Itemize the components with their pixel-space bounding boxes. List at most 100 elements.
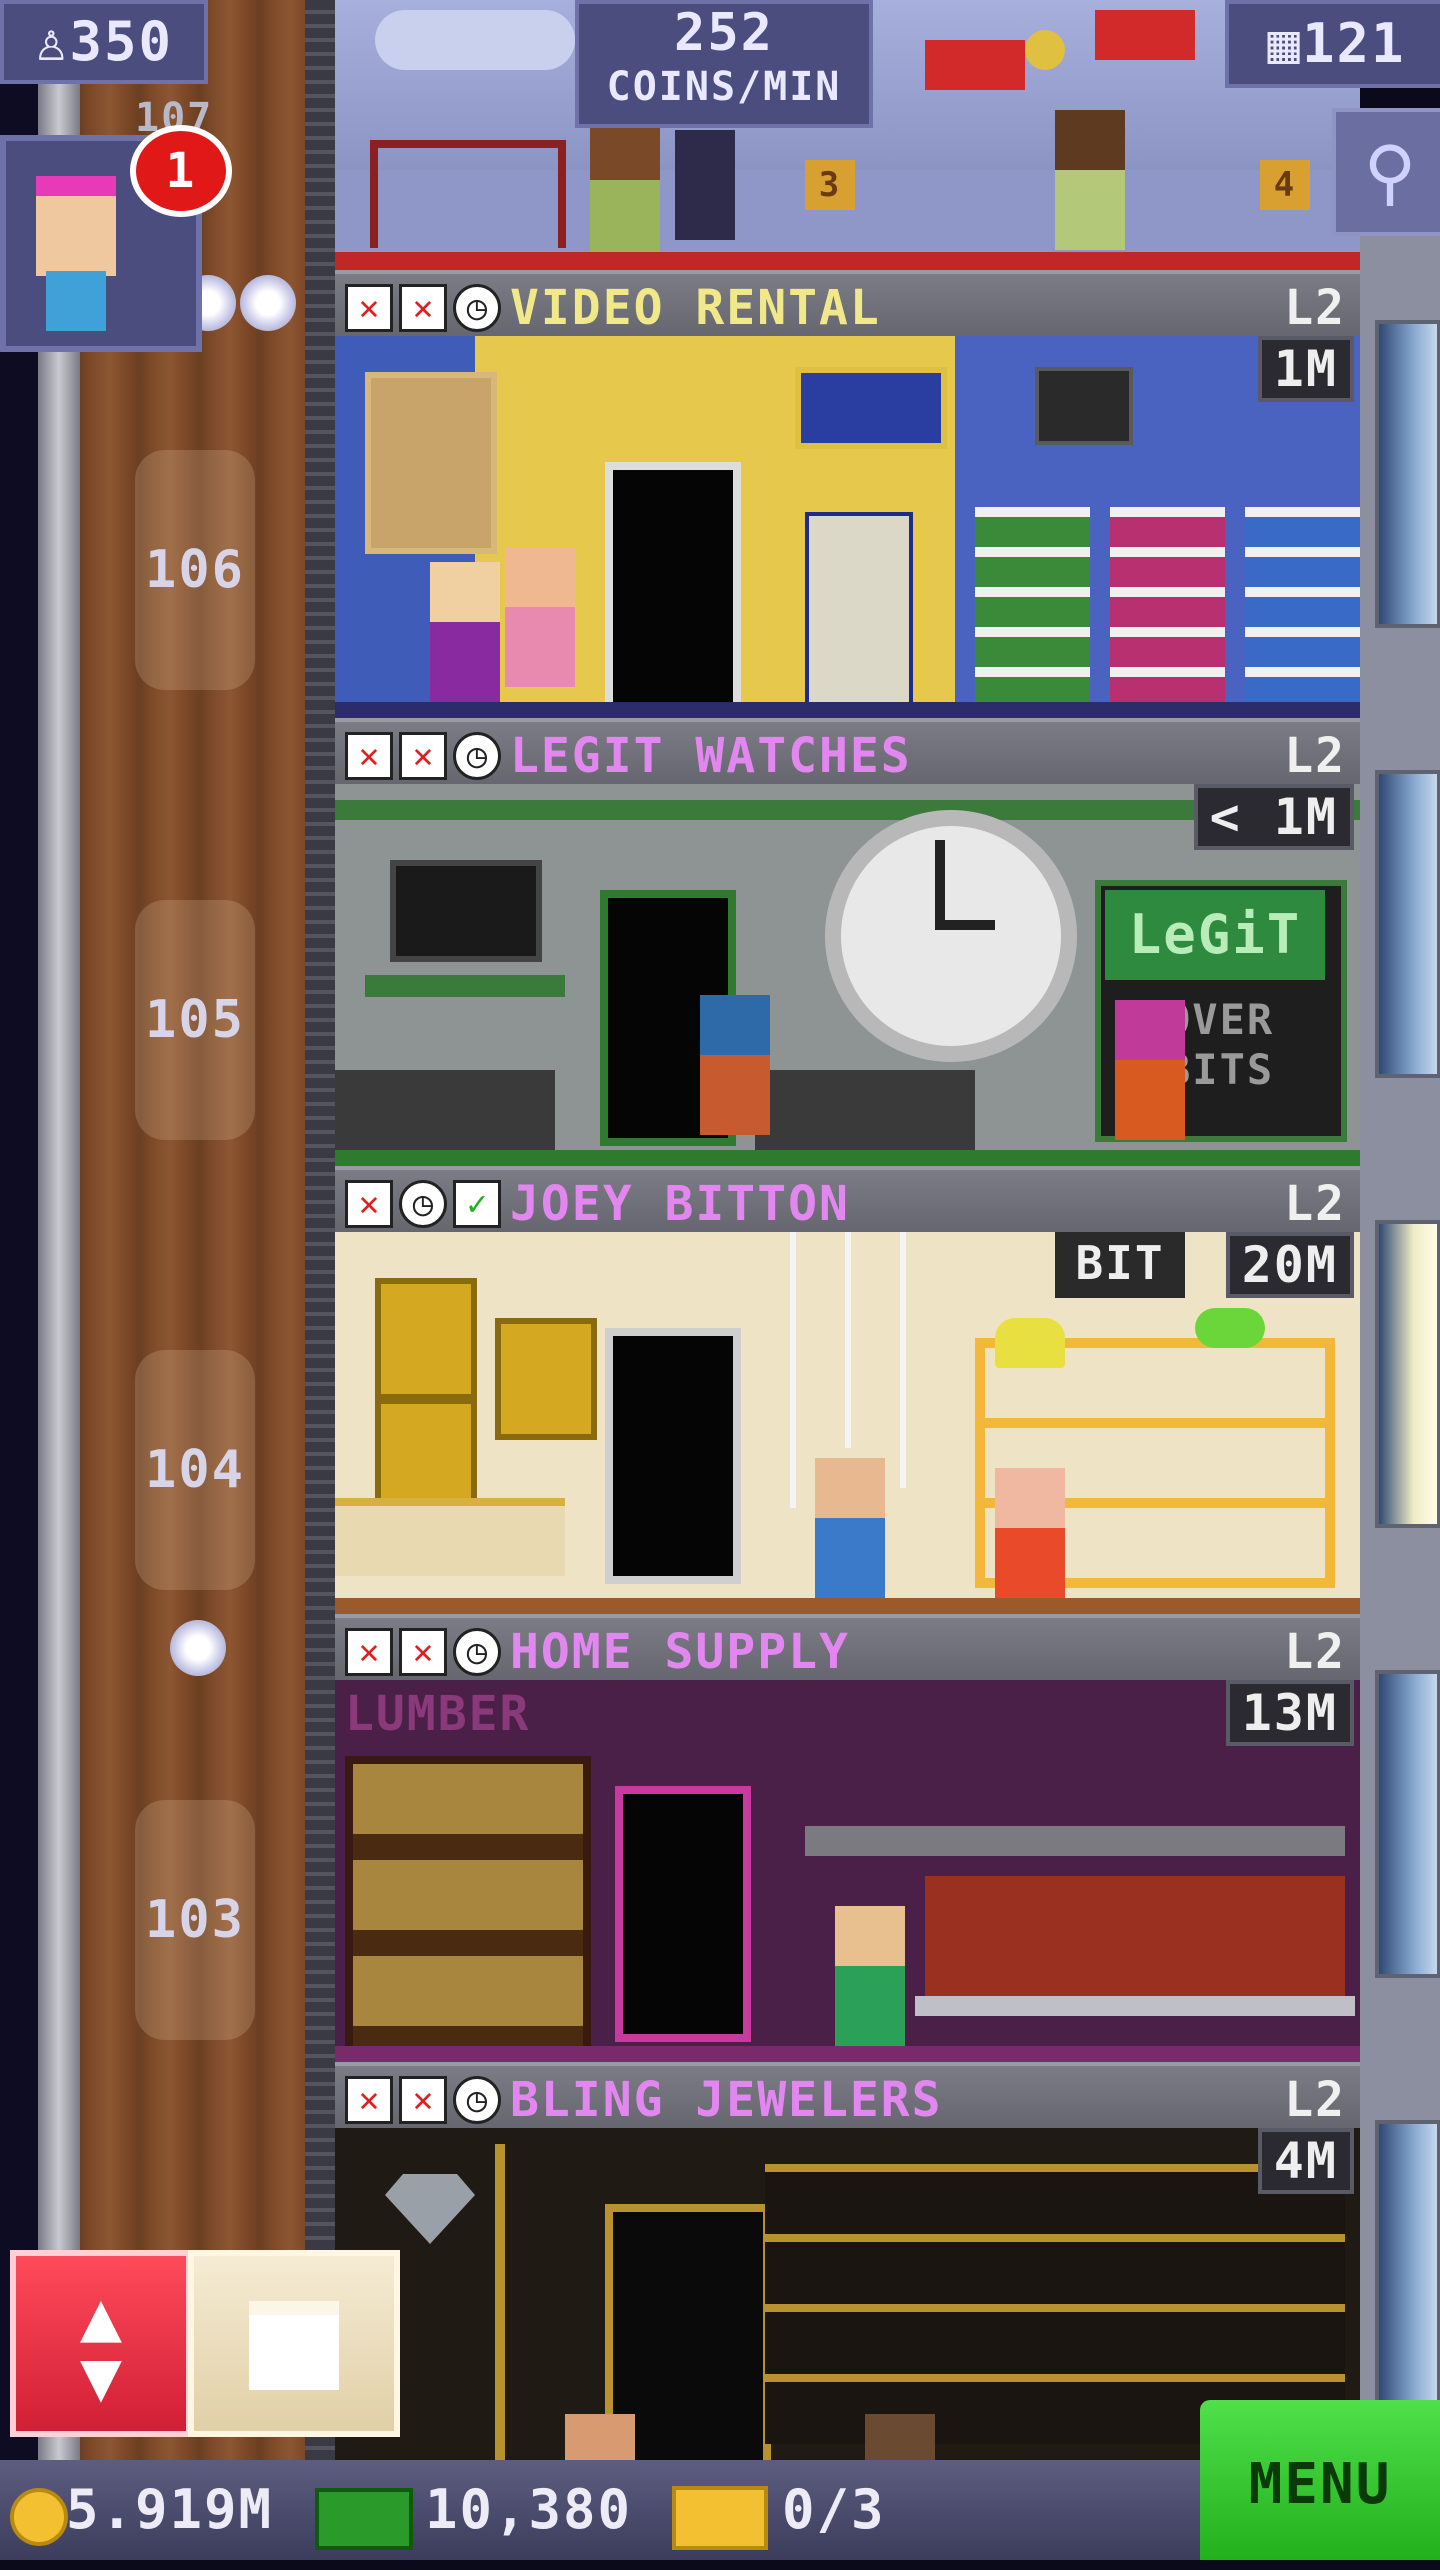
- floor-header[interactable]: ✕ ✕ ◷ LEGIT WATCHES L2: [335, 718, 1360, 784]
- bitizen[interactable]: [815, 1458, 885, 1598]
- bitizen[interactable]: [505, 547, 575, 687]
- floor-status-icons: ✕ ✕ ◷: [345, 2076, 501, 2124]
- bitizen-head: [865, 2414, 935, 2460]
- population-display[interactable]: ♙350: [0, 0, 208, 84]
- tower-window: [1375, 770, 1440, 1078]
- notification-badge[interactable]: 1: [130, 125, 232, 217]
- floor-interior: LUMBER: [335, 1676, 1360, 2062]
- magnifier-icon: ⚲: [1363, 130, 1417, 214]
- menu-button[interactable]: MENU: [1200, 2400, 1440, 2560]
- wall-tv: [390, 860, 542, 962]
- floor-status-icons: ✕ ◷ ✓: [345, 1180, 501, 1228]
- bitizen[interactable]: [565, 2414, 635, 2460]
- person-icon: ♙: [34, 10, 70, 73]
- bitizen[interactable]: [590, 120, 660, 260]
- floor-sign-3: 3: [805, 160, 855, 210]
- bitizen[interactable]: [700, 995, 770, 1135]
- coins-rate-value: 252: [674, 3, 774, 63]
- video-sign: [795, 367, 947, 449]
- box-icon: [249, 2301, 339, 2390]
- elevator-shaft-wood[interactable]: [80, 0, 305, 2460]
- bitizen-body: [1055, 170, 1125, 250]
- floor-header[interactable]: ✕ ✕ ◷ HOME SUPPLY L2: [335, 1614, 1360, 1680]
- tower-window: [1375, 2120, 1440, 2428]
- hanging-wire: [790, 1228, 796, 1508]
- tool-shelf: [805, 1826, 1345, 1856]
- coins-value: 5.919M: [66, 2478, 274, 2541]
- floor-number-103: 103: [135, 1800, 255, 2040]
- clock-hand: [935, 920, 995, 930]
- stock-empty-icon: ✕: [399, 732, 447, 780]
- floor-level: L2: [1284, 728, 1346, 784]
- movie-poster: [365, 372, 497, 554]
- bitizen-head: [995, 1468, 1065, 1528]
- tickets-value: 0/3: [782, 2478, 886, 2541]
- floor-upgrade-cost[interactable]: < 1M: [1193, 784, 1354, 850]
- arcade-machine: [805, 512, 913, 718]
- clock-icon: ◷: [453, 2076, 501, 2124]
- bitizen-body: [700, 1055, 770, 1135]
- door: [605, 462, 741, 718]
- bitizen-body: [590, 180, 660, 260]
- stock-full-icon: ✓: [453, 1180, 501, 1228]
- floor-home-supply[interactable]: LUMBER ✕ ✕ ◷ HOME SUPPLY L2 13M: [335, 1614, 1360, 2062]
- bitizen[interactable]: [1115, 1000, 1185, 1140]
- floor-joey-bitton[interactable]: BIT ✕ ◷ ✓ JOEY BITTON L2 20M: [335, 1166, 1360, 1614]
- floor-upgrade-cost[interactable]: 13M: [1225, 1680, 1354, 1746]
- stock-empty-icon: ✕: [345, 1628, 393, 1676]
- elevator-toggle-button[interactable]: ▲ ▼: [10, 2250, 192, 2437]
- bitizen-head: [835, 1906, 905, 1966]
- floor-carpet: [335, 702, 1360, 718]
- display-counter: [335, 1070, 555, 1160]
- floor-carpet: [335, 252, 1360, 270]
- video-shelf: [1245, 507, 1360, 707]
- legit-sign: LeGiT: [1105, 890, 1325, 980]
- wall-picture: [1035, 367, 1133, 445]
- floors-display[interactable]: ▦121: [1225, 0, 1440, 88]
- coins-rate-display: 252 COINS/MIN: [575, 0, 873, 128]
- cloud-decoration: [375, 10, 575, 70]
- clock-icon: ◷: [453, 1628, 501, 1676]
- bitizen[interactable]: [430, 562, 500, 702]
- handbag-frame: [375, 1278, 477, 1400]
- bitizen-head: [430, 562, 500, 622]
- stock-empty-icon: ✕: [345, 2076, 393, 2124]
- rack: [370, 140, 566, 248]
- door: [605, 1328, 741, 1584]
- floor-name: JOEY BITTON: [510, 1176, 850, 1232]
- bitizen[interactable]: [995, 1468, 1065, 1608]
- display-shelf: [365, 975, 565, 997]
- handbag-frame: [495, 1318, 597, 1440]
- bitizen[interactable]: [835, 1906, 905, 2046]
- floor-header[interactable]: ✕ ✕ ◷ VIDEO RENTAL L2: [335, 270, 1360, 336]
- bitizen[interactable]: [1055, 110, 1125, 250]
- floor-video-rental[interactable]: ✕ ✕ ◷ VIDEO RENTAL L2 1M: [335, 270, 1360, 718]
- floor-name: BLING JEWELERS: [510, 2072, 943, 2128]
- floor-name: HOME SUPPLY: [510, 1624, 850, 1680]
- windmill-sign: [1095, 10, 1195, 60]
- elevator-rail-left: [38, 0, 80, 2460]
- giant-clock: [825, 810, 1077, 1062]
- floor-legit-watches[interactable]: LeGiT OVER BITS ✕ ✕ ◷ LEGIT WATCHES L2 <…: [335, 718, 1360, 1166]
- floor-upgrade-cost[interactable]: 1M: [1257, 336, 1354, 402]
- bitizen-body: [1115, 1060, 1185, 1140]
- floor-upgrade-cost[interactable]: 20M: [1225, 1232, 1354, 1298]
- search-button[interactable]: ⚲: [1332, 108, 1440, 236]
- hanging-wire: [900, 1228, 906, 1488]
- floor-header[interactable]: ✕ ✕ ◷ BLING JEWELERS L2: [335, 2062, 1360, 2128]
- floor-name: LEGIT WATCHES: [510, 728, 912, 784]
- star-icon: ★: [170, 1620, 226, 1676]
- stock-empty-icon: ✕: [345, 732, 393, 780]
- door: [615, 1786, 751, 2042]
- build-floor-button[interactable]: [188, 2250, 400, 2437]
- floor-upgrade-cost[interactable]: 4M: [1257, 2128, 1354, 2194]
- door: [675, 130, 735, 240]
- floor-header[interactable]: ✕ ◷ ✓ JOEY BITTON L2: [335, 1166, 1360, 1232]
- floor-status-icons: ✕ ✕ ◷: [345, 284, 501, 332]
- floor-level: L2: [1284, 1176, 1346, 1232]
- bitizen-body: [835, 1966, 905, 2046]
- windmill-sign: [925, 40, 1025, 90]
- bitizen[interactable]: [865, 2414, 935, 2460]
- display-counter: [335, 1498, 565, 1576]
- diamond-icon: [385, 2174, 475, 2244]
